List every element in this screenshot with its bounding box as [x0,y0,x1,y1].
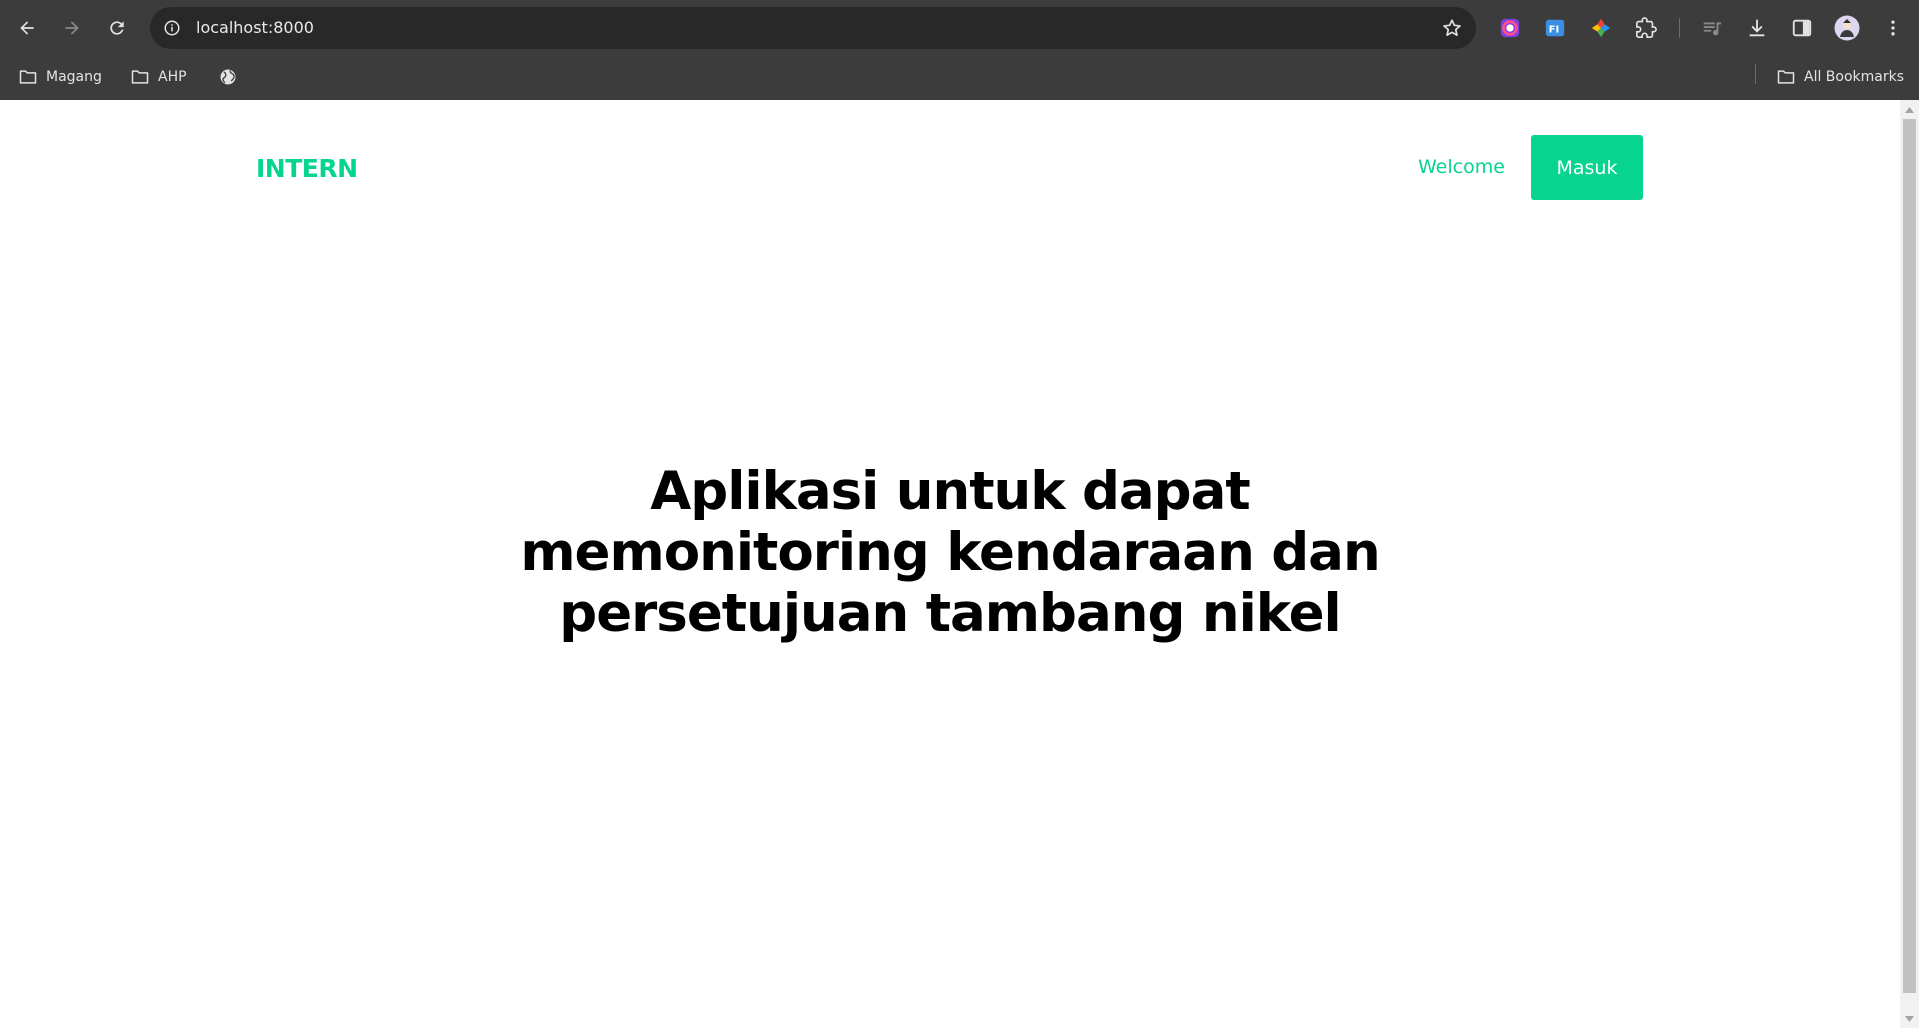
triangle-down-icon [1905,1015,1914,1022]
bookmark-folder-magang[interactable]: Magang [12,62,108,92]
extensions-button[interactable] [1630,12,1662,44]
browser-menu-button[interactable] [1877,12,1909,44]
arrow-right-icon [65,21,79,35]
folder-icon [131,70,149,84]
media-queue-button[interactable] [1696,12,1728,44]
side-panel-button[interactable] [1786,12,1818,44]
forward-button[interactable] [54,10,90,46]
bookmark-star-button[interactable] [1440,16,1464,40]
url-text[interactable]: localhost:8000 [196,7,314,49]
vertical-scrollbar[interactable] [1900,100,1919,1028]
bookmark-label: AHP [158,69,187,85]
colorful-extension-icon [1591,18,1611,38]
side-panel-icon [1792,19,1812,37]
triangle-up-icon [1905,106,1914,113]
avatar [1834,15,1860,41]
folder-icon [19,70,37,84]
downloads-button[interactable] [1741,12,1773,44]
globe-icon [220,69,236,85]
browser-toolbar: localhost:8000 FI [0,0,1919,56]
info-icon [164,20,180,36]
toolbar-divider [1679,18,1680,38]
kebab-menu-icon [1891,20,1895,36]
bookmark-site[interactable] [212,62,244,92]
bookmarks-bar: Magang AHP All Bookmarks [0,56,1919,100]
profile-button[interactable] [1831,12,1863,44]
scroll-thumb[interactable] [1903,119,1916,993]
bookmarks-divider [1755,64,1756,84]
login-button[interactable]: Masuk [1531,135,1643,200]
color-picker-extension[interactable] [1494,12,1526,44]
nav-welcome-link[interactable]: Welcome [1418,156,1505,178]
brand-logo[interactable]: INTERN [256,154,358,183]
reload-icon [110,21,124,35]
puzzle-icon [1636,17,1657,38]
media-queue-icon [1703,22,1722,36]
translate-icon: FI [1545,19,1565,37]
download-icon [1749,19,1765,37]
reload-button[interactable] [99,10,135,46]
bookmark-folder-ahp[interactable]: AHP [124,62,193,92]
all-bookmarks-button[interactable]: All Bookmarks [1770,62,1910,92]
back-button[interactable] [9,10,45,46]
site-header: INTERN Welcome Masuk [0,100,1900,240]
all-bookmarks-label: All Bookmarks [1804,69,1905,85]
scroll-up-arrow[interactable] [1900,101,1919,118]
hero-title: Aplikasi untuk dapat memonitoring kendar… [520,461,1380,644]
address-bar[interactable]: localhost:8000 [150,7,1476,49]
star-icon [1443,19,1461,36]
folder-icon [1777,70,1795,84]
site-info-button[interactable] [158,14,186,42]
colorful-extension[interactable] [1585,12,1617,44]
svg-text:FI: FI [1549,25,1560,36]
bookmark-label: Magang [46,69,102,85]
color-picker-icon [1500,18,1520,38]
translate-extension[interactable]: FI [1539,12,1571,44]
page-viewport: INTERN Welcome Masuk Aplikasi untuk dapa… [0,100,1900,1028]
scroll-down-arrow[interactable] [1900,1010,1919,1027]
arrow-left-icon [20,21,34,35]
